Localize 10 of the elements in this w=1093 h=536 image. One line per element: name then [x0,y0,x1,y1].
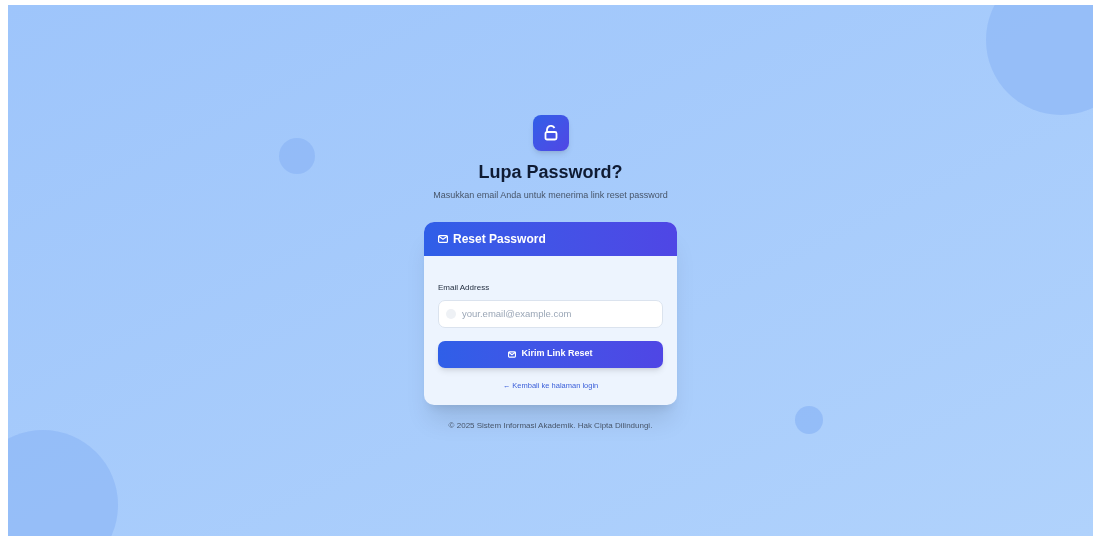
mail-icon [508,350,517,358]
field-label: Email Address [438,281,491,294]
page-title: Lupa Password? [478,161,623,183]
mail-icon [438,234,448,243]
lock-icon [532,115,569,151]
page-subtitle: Masukkan email Anda untuk menerima link reset password [433,189,668,202]
copyright-text: © 2025 Sistem Informasi Akademik. Hak Cipta Dilindungi. [448,419,653,432]
card-title: Reset Password [453,230,546,248]
email-field[interactable]: your.email@example.com [438,299,663,328]
submit-button[interactable]: Kirim Link Reset [438,340,663,368]
